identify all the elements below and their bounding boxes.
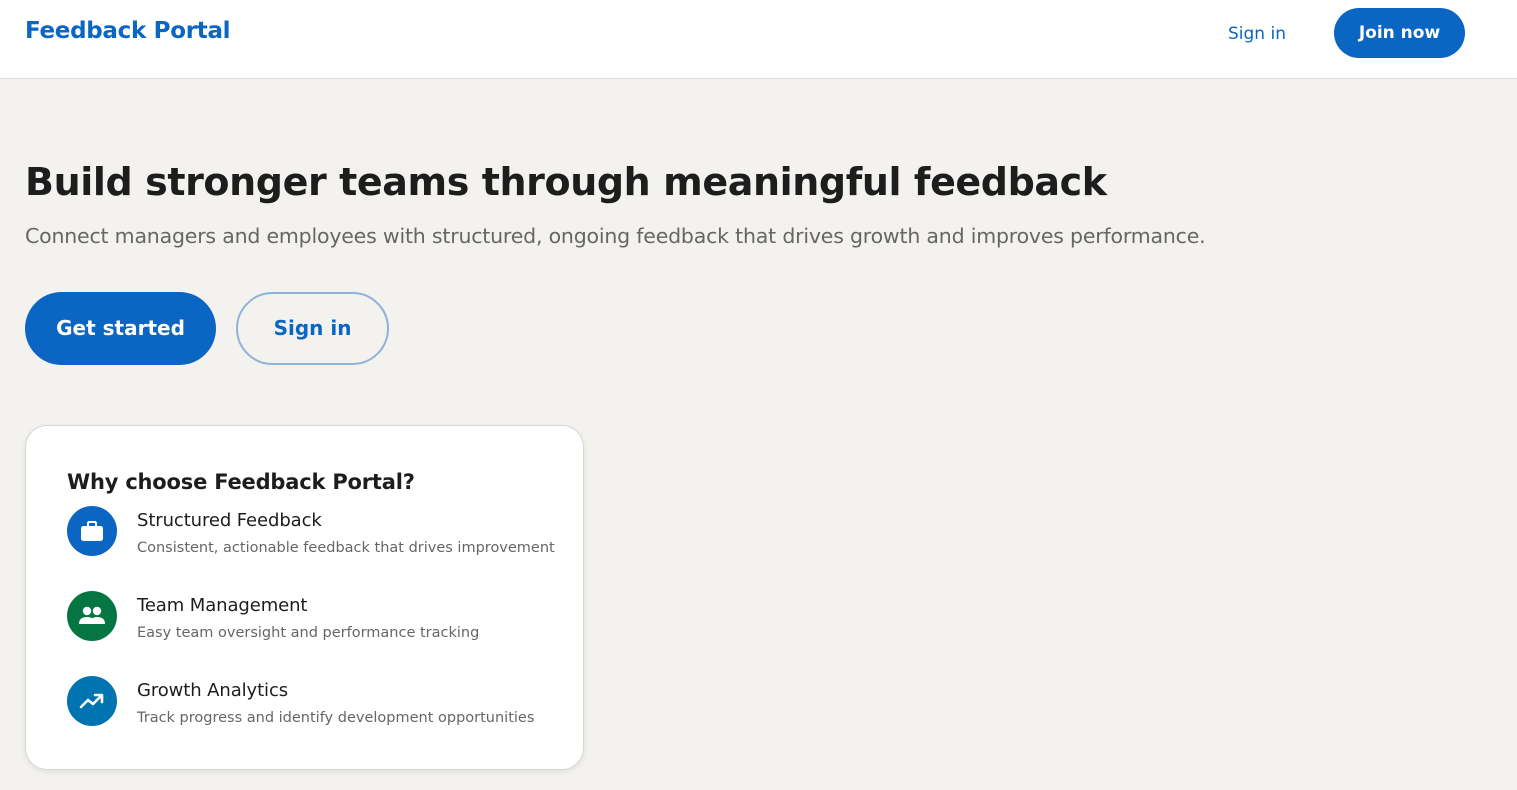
feature-description: Consistent, actionable feedback that dri… — [137, 540, 555, 556]
top-navigation-bar: Feedback Portal Sign in Join now — [0, 0, 1517, 79]
get-started-button[interactable]: Get started — [25, 292, 216, 365]
feature-item-team-management: Team Management Easy team oversight and … — [67, 591, 567, 643]
feature-item-growth-analytics: Growth Analytics Track progress and iden… — [67, 676, 567, 728]
trending-up-icon — [67, 676, 117, 726]
why-choose-card: Why choose Feedback Portal? Structured F… — [25, 425, 584, 770]
people-icon — [67, 591, 117, 641]
hero-sign-in-button[interactable]: Sign in — [236, 292, 389, 365]
feature-name: Structured Feedback — [137, 510, 322, 531]
header-sign-in-link[interactable]: Sign in — [1210, 21, 1304, 47]
feature-description: Easy team oversight and performance trac… — [137, 625, 480, 641]
feature-name: Team Management — [137, 595, 308, 616]
feature-name: Growth Analytics — [137, 680, 289, 701]
join-now-button[interactable]: Join now — [1334, 8, 1465, 58]
brand-logo[interactable]: Feedback Portal — [25, 18, 231, 44]
feature-item-structured-feedback: Structured Feedback Consistent, actionab… — [67, 506, 567, 558]
briefcase-icon — [67, 506, 117, 556]
hero-title: Build stronger teams through meaningful … — [25, 160, 1107, 204]
feature-description: Track progress and identify development … — [137, 710, 535, 726]
card-title: Why choose Feedback Portal? — [67, 470, 415, 494]
hero-subtitle: Connect managers and employees with stru… — [25, 224, 1206, 248]
